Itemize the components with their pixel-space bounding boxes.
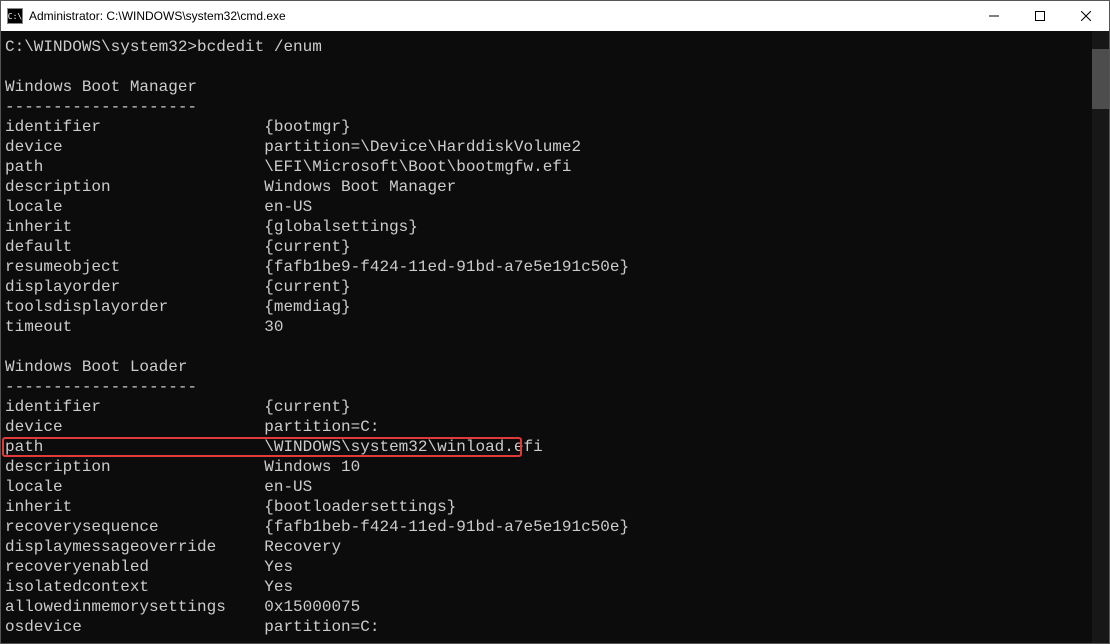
minimize-button[interactable] bbox=[971, 1, 1017, 31]
window-title: Administrator: C:\WINDOWS\system32\cmd.e… bbox=[29, 9, 286, 23]
minimize-icon bbox=[989, 11, 999, 21]
scrollbar-thumb[interactable] bbox=[1092, 49, 1109, 109]
terminal-output: C:\WINDOWS\system32>bcdedit /enum Window… bbox=[5, 37, 1099, 637]
cmd-icon: C:\ bbox=[7, 8, 23, 24]
vertical-scrollbar[interactable] bbox=[1092, 31, 1109, 643]
maximize-icon bbox=[1035, 11, 1045, 21]
cmd-window: C:\ Administrator: C:\WINDOWS\system32\c… bbox=[0, 0, 1110, 644]
close-icon bbox=[1081, 11, 1091, 21]
close-button[interactable] bbox=[1063, 1, 1109, 31]
titlebar[interactable]: C:\ Administrator: C:\WINDOWS\system32\c… bbox=[1, 1, 1109, 31]
terminal-area[interactable]: C:\WINDOWS\system32>bcdedit /enum Window… bbox=[1, 31, 1109, 643]
maximize-button[interactable] bbox=[1017, 1, 1063, 31]
